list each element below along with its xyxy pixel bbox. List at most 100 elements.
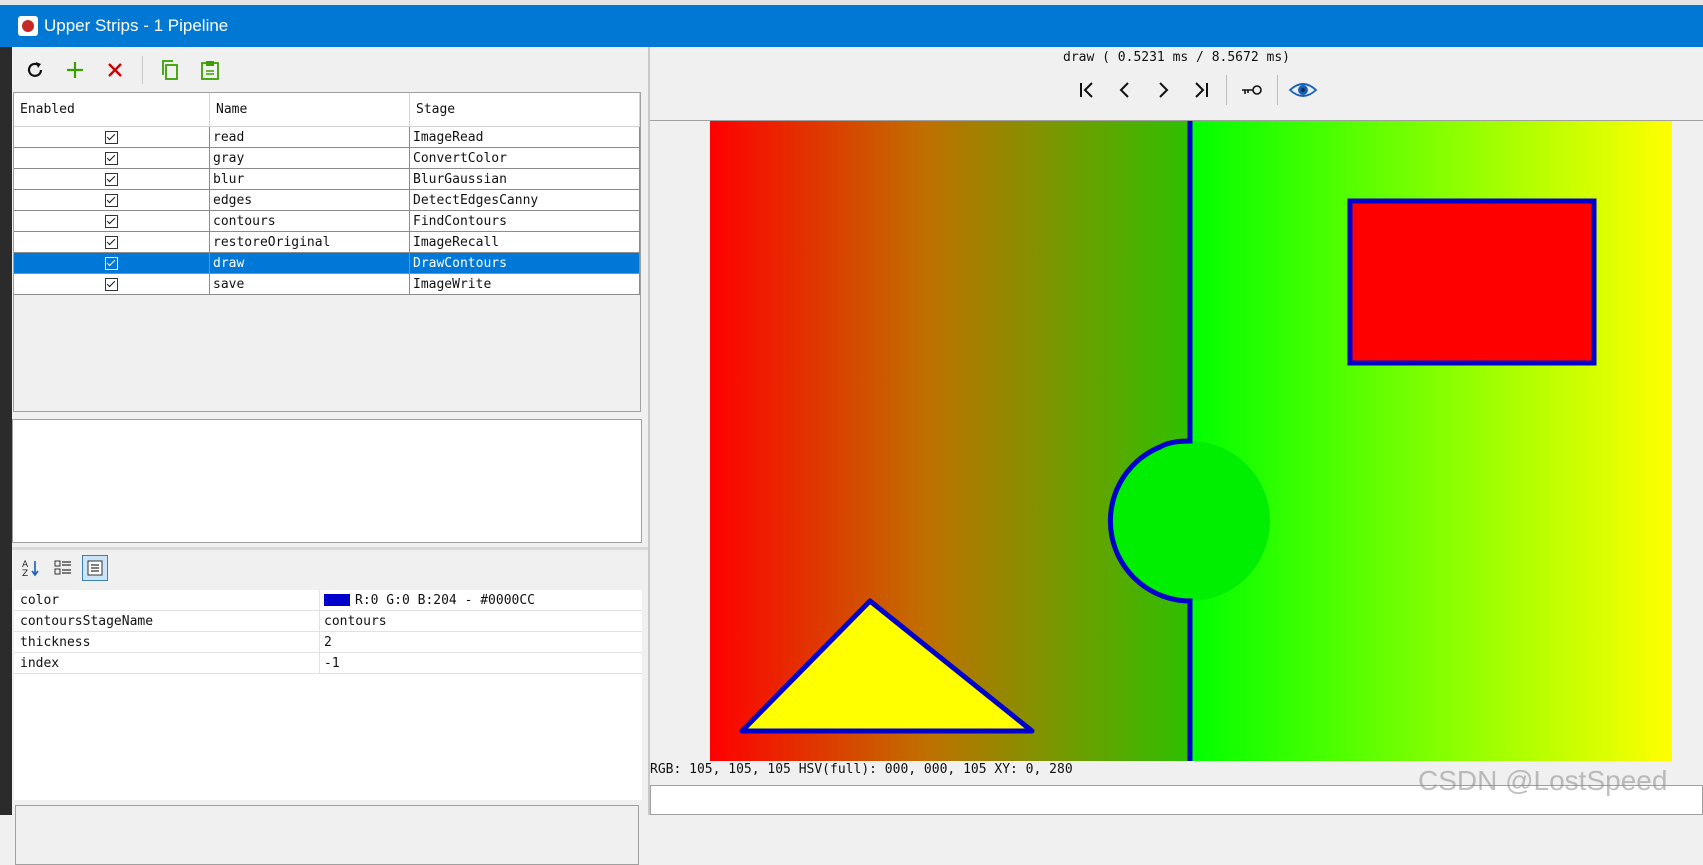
property-row[interactable]: thickness 2 bbox=[14, 632, 642, 653]
stage-name-cell: save bbox=[210, 274, 410, 294]
table-row[interactable]: read ImageRead bbox=[14, 127, 640, 148]
property-value[interactable]: 2 bbox=[320, 632, 642, 652]
property-name: index bbox=[14, 653, 320, 673]
add-icon bbox=[67, 62, 83, 78]
stage-name-cell: gray bbox=[210, 148, 410, 168]
toolbar-separator bbox=[142, 56, 143, 84]
first-stage-button[interactable] bbox=[1070, 73, 1104, 107]
property-value[interactable]: -1 bbox=[320, 653, 642, 673]
stage-type-cell: DetectEdgesCanny bbox=[410, 190, 640, 210]
stage-type-cell: ImageRecall bbox=[410, 232, 640, 252]
enabled-checkbox[interactable] bbox=[105, 130, 118, 144]
paste-button[interactable] bbox=[195, 55, 225, 85]
eye-icon bbox=[1288, 83, 1318, 97]
enabled-checkbox[interactable] bbox=[105, 151, 118, 165]
window-titlebar: Upper Strips - 1 Pipeline bbox=[0, 0, 1703, 47]
sort-alphabetical-icon: A Z bbox=[22, 560, 39, 578]
delete-icon bbox=[108, 63, 122, 77]
enabled-checkbox[interactable] bbox=[105, 235, 118, 249]
stage-timing-label: draw ( 0.5231 ms / 8.5672 ms) bbox=[1063, 50, 1290, 65]
nav-separator bbox=[1277, 75, 1278, 105]
app-icon bbox=[18, 16, 38, 36]
prev-icon bbox=[1119, 82, 1129, 98]
pipeline-panel: Enabled Name Stage read ImageRead gray C… bbox=[12, 47, 648, 865]
color-swatch bbox=[324, 594, 350, 606]
svg-text:Z: Z bbox=[22, 569, 28, 578]
property-grid-toolbar: A Z bbox=[18, 555, 108, 581]
property-name: thickness bbox=[14, 632, 320, 652]
property-row[interactable]: contoursStageName contours bbox=[14, 611, 642, 632]
enabled-cell bbox=[14, 190, 210, 210]
sort-alphabetical-button[interactable]: A Z bbox=[18, 555, 44, 581]
image-viewer-panel: draw ( 0.5231 ms / 8.5672 ms) RGB: 105, … bbox=[650, 47, 1703, 815]
property-value[interactable]: contours bbox=[320, 611, 642, 631]
table-row[interactable]: contours FindContours bbox=[14, 211, 640, 232]
enabled-checkbox[interactable] bbox=[105, 172, 118, 186]
stage-type-cell: BlurGaussian bbox=[410, 169, 640, 189]
add-stage-button[interactable] bbox=[60, 55, 90, 85]
copy-icon bbox=[162, 60, 178, 80]
pixel-info-status: RGB: 105, 105, 105 HSV(full): 000, 000, … bbox=[650, 762, 1073, 777]
stage-type-cell: ImageRead bbox=[410, 127, 640, 147]
pipeline-table: Enabled Name Stage read ImageRead gray C… bbox=[13, 92, 641, 412]
property-row[interactable]: color R:0 G:0 B:204 - #0000CC bbox=[14, 590, 642, 611]
refresh-button[interactable] bbox=[20, 55, 50, 85]
property-pages-icon bbox=[87, 560, 103, 576]
pipeline-toolbar bbox=[20, 53, 225, 87]
property-description-panel bbox=[15, 805, 639, 865]
stage-name-cell: read bbox=[210, 127, 410, 147]
stage-type-cell: ImageWrite bbox=[410, 274, 640, 294]
copy-button[interactable] bbox=[155, 55, 185, 85]
key-icon bbox=[1242, 85, 1262, 95]
stage-name-cell: restoreOriginal bbox=[210, 232, 410, 252]
table-row-selected[interactable]: draw DrawContours bbox=[14, 253, 640, 274]
refresh-icon bbox=[27, 62, 43, 77]
stage-name-cell: blur bbox=[210, 169, 410, 189]
column-header-enabled[interactable]: Enabled bbox=[14, 93, 210, 126]
property-name: contoursStageName bbox=[14, 611, 320, 631]
table-header: Enabled Name Stage bbox=[14, 93, 640, 127]
categorized-icon bbox=[54, 560, 71, 575]
stage-type-cell: FindContours bbox=[410, 211, 640, 231]
background-window-edge bbox=[0, 47, 12, 815]
enabled-checkbox[interactable] bbox=[105, 277, 118, 291]
property-name: color bbox=[14, 590, 320, 610]
enabled-checkbox[interactable] bbox=[105, 214, 118, 228]
column-header-stage[interactable]: Stage bbox=[410, 93, 640, 126]
stage-name-cell: draw bbox=[210, 253, 410, 273]
delete-stage-button[interactable] bbox=[100, 55, 130, 85]
enabled-cell bbox=[14, 148, 210, 168]
stage-type-cell: DrawContours bbox=[410, 253, 640, 273]
table-row[interactable]: gray ConvertColor bbox=[14, 148, 640, 169]
categorized-button[interactable] bbox=[50, 555, 76, 581]
nav-separator bbox=[1226, 75, 1227, 105]
viewer-navigation bbox=[1070, 73, 1320, 107]
enabled-checkbox[interactable] bbox=[105, 256, 118, 270]
enabled-cell bbox=[14, 274, 210, 294]
property-row[interactable]: index -1 bbox=[14, 653, 642, 674]
next-icon bbox=[1159, 82, 1169, 98]
window-title: Upper Strips - 1 Pipeline bbox=[44, 16, 229, 35]
last-stage-button[interactable] bbox=[1184, 73, 1218, 107]
enabled-cell bbox=[14, 253, 210, 273]
enabled-checkbox[interactable] bbox=[105, 193, 118, 207]
table-row[interactable]: blur BlurGaussian bbox=[14, 169, 640, 190]
first-icon bbox=[1080, 82, 1093, 98]
stage-name-cell: contours bbox=[210, 211, 410, 231]
stage-type-cell: ConvertColor bbox=[410, 148, 640, 168]
table-row[interactable]: save ImageWrite bbox=[14, 274, 640, 295]
table-row[interactable]: edges DetectEdgesCanny bbox=[14, 190, 640, 211]
previous-stage-button[interactable] bbox=[1108, 73, 1142, 107]
pin-button[interactable] bbox=[1235, 73, 1269, 107]
processed-image[interactable] bbox=[710, 121, 1672, 761]
stage-description-panel bbox=[12, 419, 642, 543]
panel-divider[interactable] bbox=[12, 547, 648, 550]
table-row[interactable]: restoreOriginal ImageRecall bbox=[14, 232, 640, 253]
property-value[interactable]: R:0 G:0 B:204 - #0000CC bbox=[320, 590, 642, 610]
view-toggle-button[interactable] bbox=[1286, 73, 1320, 107]
image-viewport[interactable] bbox=[650, 120, 1703, 765]
paste-icon bbox=[201, 61, 219, 80]
next-stage-button[interactable] bbox=[1146, 73, 1180, 107]
property-pages-button[interactable] bbox=[82, 555, 108, 581]
column-header-name[interactable]: Name bbox=[210, 93, 410, 126]
